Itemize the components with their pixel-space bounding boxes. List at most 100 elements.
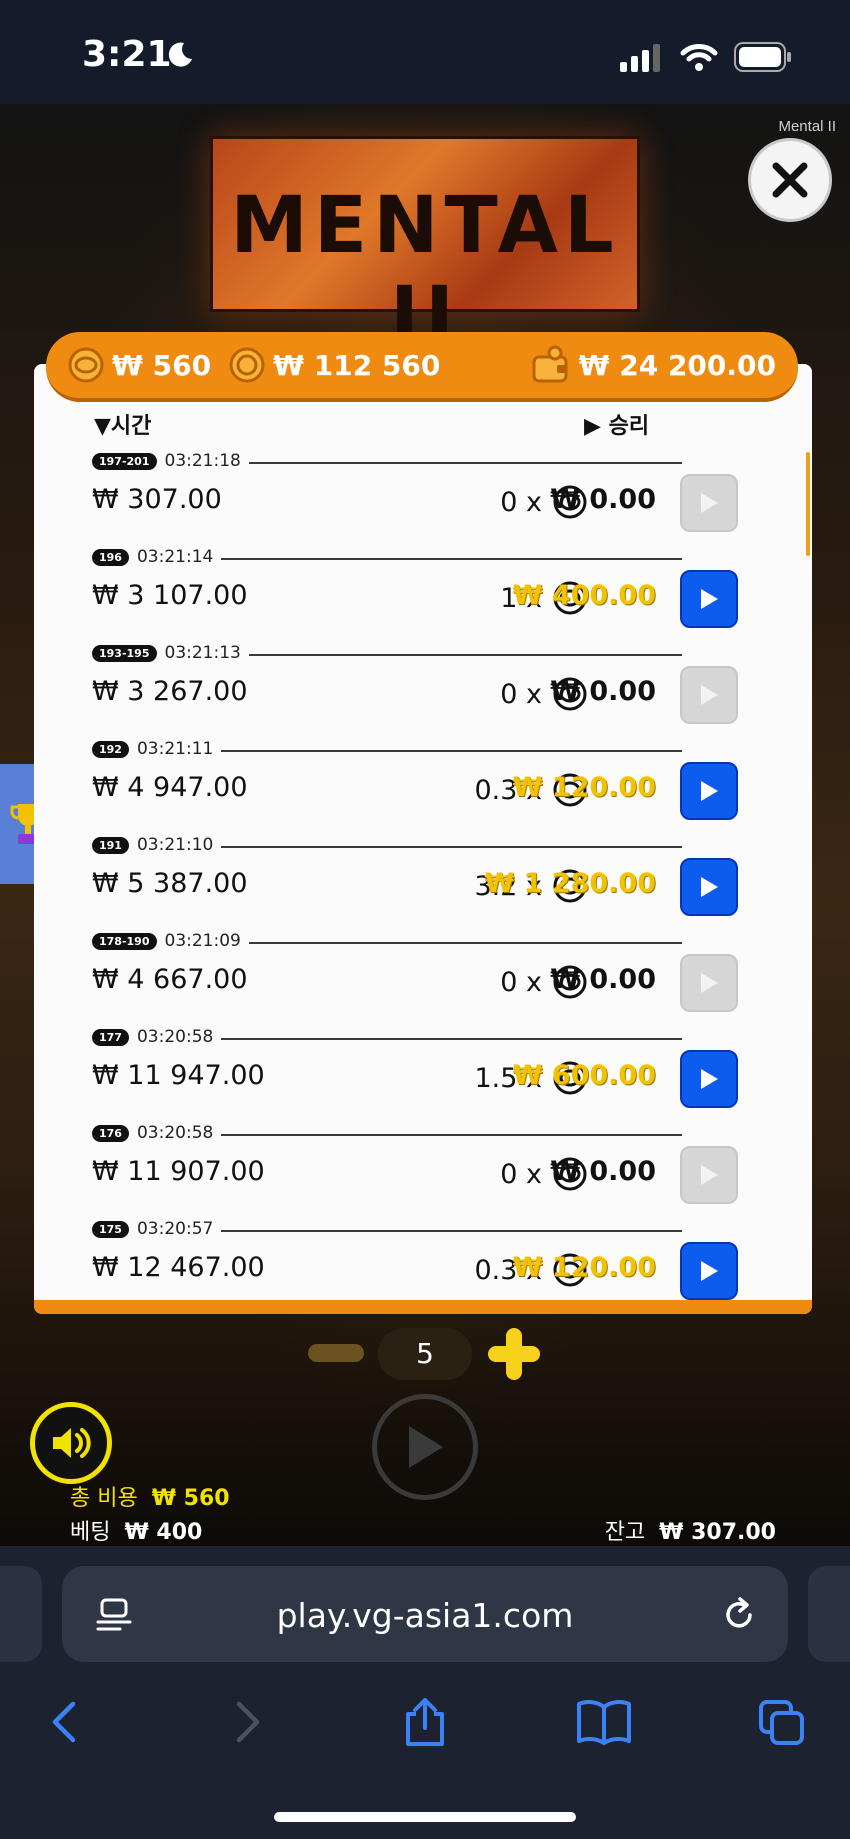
replay-button[interactable] (680, 666, 738, 724)
row-win: ₩ 0.00 (550, 676, 656, 707)
multiplier-value: 0 x (500, 966, 542, 998)
book-icon (577, 1700, 631, 1745)
increase-button[interactable] (484, 1324, 544, 1384)
total-cost-value: ₩ 560 (151, 1486, 230, 1511)
total-cost: 총 비용 ₩ 560 (70, 1480, 230, 1512)
balance-coin-middle: ₩ 112 560 (229, 347, 440, 383)
row-time: 03:20:57 (136, 1219, 214, 1239)
row-bet: ₩ 5 387.00 (92, 868, 248, 899)
close-button[interactable] (748, 138, 832, 222)
round-badge: 193-195 (92, 644, 157, 662)
spin-button[interactable] (372, 1394, 478, 1500)
address-bar[interactable]: play.vg-asia1.com (62, 1566, 788, 1662)
row-time: 03:21:13 (164, 643, 241, 663)
history-row: 177 03:20:58 ₩ 11 947.00 1.5 x ₩ 600.00 (92, 1024, 788, 1120)
row-bet: ₩ 12 467.00 (92, 1252, 265, 1283)
play-icon (701, 877, 718, 897)
reload-icon[interactable] (720, 1596, 758, 1634)
round-badge: 177 (92, 1028, 129, 1046)
history-row: 192 03:21:11 ₩ 4 947.00 0.3 x ₩ 120.00 (92, 736, 788, 832)
balance-amount: 잔고 ₩ 307.00 (605, 1514, 776, 1546)
win-column-header[interactable]: ▶ 승리 (584, 408, 649, 440)
bet-label: 베팅 (70, 1520, 111, 1545)
panel-bottom-edge (34, 1300, 812, 1314)
forward-button[interactable] (218, 1692, 278, 1752)
replay-button[interactable] (680, 570, 738, 628)
row-meta: 191 03:21:10 (92, 832, 222, 858)
play-icon (701, 1165, 718, 1185)
round-badge: 192 (92, 740, 129, 758)
status-time: 3:21 (82, 34, 172, 75)
decrease-button[interactable] (308, 1344, 364, 1362)
sort-down-icon: ▼ (94, 414, 111, 439)
row-bet: ₩ 11 907.00 (92, 1156, 265, 1187)
tabs-icon (759, 1700, 804, 1745)
moon-icon (168, 42, 192, 67)
bookmarks-button[interactable] (574, 1692, 634, 1752)
replay-button[interactable] (680, 474, 738, 532)
scrollbar[interactable] (806, 452, 810, 556)
replay-button[interactable] (680, 1146, 738, 1204)
row-meta: 178-190 03:21:09 (92, 928, 249, 954)
time-header-label: 시간 (110, 414, 152, 439)
replay-button[interactable] (680, 954, 738, 1012)
row-time: 03:21:10 (136, 835, 214, 855)
row-win: ₩ 0.00 (550, 484, 656, 515)
multiplier-value: 0 x (500, 486, 542, 518)
play-icon (409, 1426, 443, 1468)
share-button[interactable] (395, 1692, 455, 1752)
time-column-header[interactable]: ▼시간 (94, 408, 151, 440)
sound-toggle[interactable] (30, 1402, 112, 1484)
round-badge: 176 (92, 1124, 129, 1142)
browser-toolbar: play.vg-asia1.com (0, 1546, 850, 1839)
next-tab-preview[interactable] (808, 1566, 850, 1662)
history-row: 178-190 03:21:09 ₩ 4 667.00 0 x ₩ 0.00 (92, 928, 788, 1024)
tabs-button[interactable] (752, 1692, 812, 1752)
row-win: ₩ 1 280.00 (484, 868, 656, 899)
row-time: 03:21:18 (164, 451, 241, 471)
balance-bar: ₩ 560 ₩ 112 560 ₩ 24 200.00 (46, 332, 798, 402)
history-row: 191 03:21:10 ₩ 5 387.00 3.2 x ₩ 1 280.00 (92, 832, 788, 928)
row-meta: 176 03:20:58 (92, 1120, 222, 1146)
history-row: 197-201 03:21:18 ₩ 307.00 0 x ₩ 0.00 (92, 448, 788, 544)
multiplier-value: 0 x (500, 678, 542, 710)
row-time: 03:21:14 (136, 547, 214, 567)
back-button[interactable] (34, 1692, 94, 1752)
speaker-icon (53, 1428, 91, 1458)
play-icon (701, 781, 718, 801)
replay-button[interactable] (680, 1050, 738, 1108)
row-meta: 175 03:20:57 (92, 1216, 222, 1242)
multiplier-value: 0 x (500, 1158, 542, 1190)
row-meta: 196 03:21:14 (92, 544, 222, 570)
coin-icon (229, 347, 265, 383)
round-badge: 175 (92, 1220, 129, 1238)
play-icon (701, 973, 718, 993)
bet-amount: 베팅 ₩ 400 (70, 1514, 202, 1546)
history-row: 196 03:21:14 ₩ 3 107.00 1 x ₩ 400.00 (92, 544, 788, 640)
wallet-icon (532, 345, 568, 383)
row-win: ₩ 0.00 (550, 1156, 656, 1187)
quantity-display: 5 (378, 1328, 472, 1380)
previous-tab-preview[interactable] (0, 1566, 42, 1662)
game-title: Mental II (778, 118, 836, 135)
row-win: ₩ 120.00 (512, 1252, 656, 1283)
replay-button[interactable] (680, 762, 738, 820)
row-bet: ₩ 3 107.00 (92, 580, 248, 611)
round-badge: 196 (92, 548, 129, 566)
battery-icon (734, 42, 791, 72)
status-bar: 3:21 (0, 0, 850, 104)
replay-button[interactable] (680, 858, 738, 916)
row-win: ₩ 120.00 (512, 772, 656, 803)
row-time: 03:20:58 (136, 1123, 214, 1143)
win-header-label: 승리 (608, 414, 650, 439)
total-cost-label: 총 비용 (70, 1486, 138, 1511)
row-meta: 177 03:20:58 (92, 1024, 222, 1050)
history-panel: ▼시간 ▶ 승리 197-201 03:21:18 ₩ 307.00 0 x ₩ 0.0… (34, 364, 812, 1314)
row-meta: 193-195 03:21:13 (92, 640, 249, 666)
row-bet: ₩ 11 947.00 (92, 1060, 265, 1091)
row-time: 03:21:09 (164, 931, 241, 951)
replay-button[interactable] (680, 1242, 738, 1300)
play-icon (701, 1261, 718, 1281)
balance-middle-value: ₩ 112 560 (273, 348, 441, 382)
history-row: 175 03:20:57 ₩ 12 467.00 0.3 x ₩ 120.00 (92, 1216, 788, 1312)
